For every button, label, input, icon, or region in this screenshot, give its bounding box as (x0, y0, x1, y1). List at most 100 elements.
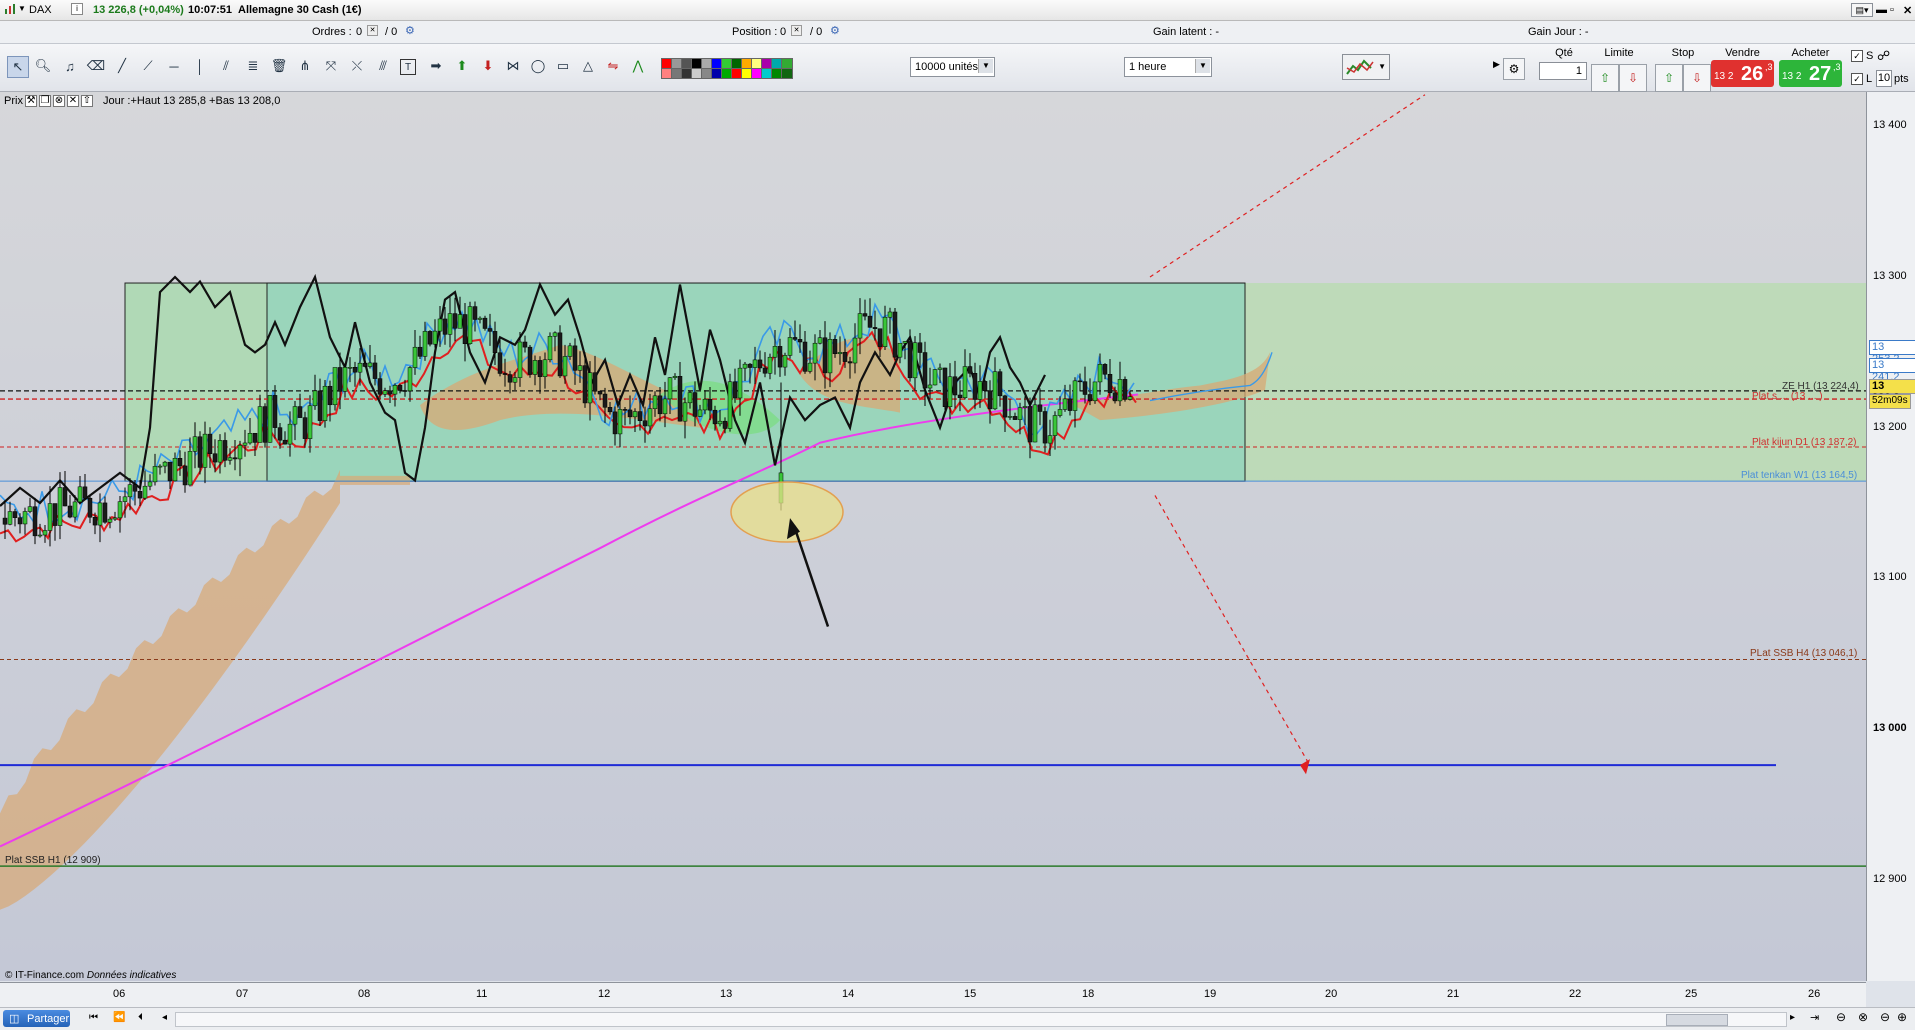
magnet-icon[interactable]: ⋔ (295, 56, 315, 76)
limit-sell-button[interactable]: ⇩ (1619, 64, 1647, 92)
zoom-tool-icon[interactable]: 🔍︎ (33, 56, 53, 76)
zoom-in-icon[interactable]: ⊕ (1897, 1010, 1907, 1024)
minimize-icon[interactable]: ▬ (1876, 4, 1887, 16)
price-range-icon[interactable]: ⇋ (603, 56, 623, 76)
vertical-line-icon[interactable]: │ (190, 56, 210, 76)
rectangle-tool-icon[interactable]: ▭ (553, 56, 573, 76)
limit-buy-button[interactable]: ⇧ (1591, 64, 1619, 92)
alert-bell-icon[interactable]: ♫ (60, 56, 80, 76)
stop-sell-button[interactable]: ⇩ (1683, 64, 1711, 92)
candle-body (107, 518, 113, 523)
chevron-down-icon[interactable]: ▼ (978, 59, 993, 73)
price-chart[interactable] (0, 92, 1866, 981)
time-axis[interactable]: 06 07 08 11 12 13 14 15 18 19 20 21 22 2… (0, 982, 1866, 1007)
candle-body (882, 316, 888, 347)
zoom-reset-icon[interactable]: ⊗ (1858, 1010, 1868, 1024)
eraser-icon[interactable]: ⌫ (86, 56, 106, 76)
buy-button[interactable]: 13 2 27 ,3 (1779, 60, 1842, 87)
chevron-down-icon[interactable]: ▼ (1378, 62, 1386, 71)
stop-settings-icon[interactable]: ☍ (1877, 48, 1890, 64)
horizontal-line-icon[interactable]: ─ (164, 56, 184, 76)
channel-tool-icon[interactable]: ⫽ (216, 56, 236, 76)
wrench-icon[interactable]: ⚒ (24, 95, 37, 107)
candle-body (367, 362, 373, 367)
trade-settings-icon[interactable]: ⚙ (1503, 58, 1525, 80)
arrow-up-icon[interactable]: ⬆ (452, 56, 472, 76)
units-select[interactable]: 10000 unités ▼ (910, 57, 995, 77)
chart-type-selector[interactable]: ▼ (1342, 54, 1390, 80)
candle-body (957, 394, 963, 399)
copy-icon[interactable]: ❐ (38, 95, 51, 107)
copyright: © IT-Finance.com Données indicatives (5, 970, 176, 981)
symbol-dropdown-arrow-icon[interactable]: ▼ (18, 4, 26, 13)
sell-button[interactable]: 13 2 26 ,3 (1711, 60, 1774, 87)
orders-cancel-icon[interactable]: ✕ (367, 25, 378, 36)
chevron-down-icon[interactable]: ▼ (1195, 59, 1210, 73)
qty-input[interactable]: 1 (1539, 62, 1587, 80)
period-select[interactable]: 1 heure ▼ (1124, 57, 1212, 77)
scroll-thumb[interactable] (1666, 1014, 1728, 1026)
x-tick: 11 (476, 988, 488, 1000)
candle-body (1027, 406, 1033, 443)
candle-body (652, 395, 658, 410)
scroll-end-icon[interactable]: ⇥ (1810, 1011, 1819, 1024)
scroll-left-icon[interactable]: ◂ (162, 1012, 167, 1023)
pointer-tool-icon[interactable]: ↖ (7, 56, 29, 78)
trash-icon[interactable]: 🗑︎ (269, 56, 289, 76)
candle-body (737, 367, 743, 399)
parallel-lines-icon[interactable]: ⫻ (373, 56, 393, 76)
andrews-pitchfork-icon[interactable]: ⤬ (347, 56, 367, 76)
ellipse-tool-icon[interactable]: ◯ (528, 56, 548, 76)
candle-body (977, 381, 983, 400)
candle-body (1007, 416, 1013, 418)
candle-body (592, 372, 598, 392)
scroll-first-icon[interactable]: ⏮ (89, 1012, 98, 1023)
zoom-fit-icon[interactable]: ⊖ (1836, 1010, 1846, 1024)
candle-body (832, 339, 838, 355)
collapse-icon[interactable]: ⇧ (80, 95, 93, 107)
regression-channel-icon[interactable]: ⋈ (503, 56, 523, 76)
pattern-tool-icon[interactable]: ⋀ (628, 56, 648, 76)
points-input[interactable]: 10 (1876, 70, 1892, 87)
window-menu-icon[interactable]: ▤▾ (1851, 3, 1873, 17)
stop-checkbox[interactable]: ✓ (1851, 50, 1863, 62)
price-axis[interactable]: 13 400 13 300 13 200 13 100 13 000 12 90… (1866, 92, 1915, 981)
candle-body (802, 341, 808, 372)
scroll-right-icon[interactable]: ▸ (1790, 1012, 1795, 1023)
info-icon[interactable]: i (71, 3, 83, 15)
candle-body (92, 517, 98, 526)
orders-label: Ordres : (312, 26, 352, 38)
candle-body (182, 465, 188, 486)
gann-fan-icon[interactable]: ⤧ (321, 56, 341, 76)
stop-buy-button[interactable]: ⇧ (1655, 64, 1683, 92)
color-swatch[interactable] (781, 68, 793, 79)
close-panel-icon[interactable]: ✕ (66, 95, 79, 107)
scroll-back-icon[interactable]: ⏴ (138, 1012, 143, 1023)
close-icon[interactable]: ✕ (1903, 4, 1912, 17)
scroll-track[interactable] (175, 1012, 1787, 1027)
text-tool-icon[interactable]: T (400, 59, 416, 75)
position-close-icon[interactable]: ✕ (791, 25, 802, 36)
orders-detail-icon[interactable]: ⚙ (405, 24, 415, 37)
level-plat-ssb-h1: Plat SSB H1 (12 909) (5, 855, 101, 866)
triangle-tool-icon[interactable]: △ (578, 56, 598, 76)
line-tool-icon[interactable]: ╱ (112, 56, 132, 76)
arrow-right-icon[interactable]: ➡ (426, 56, 446, 76)
position-detail-icon[interactable]: ⚙ (830, 24, 840, 37)
zoom-out-icon[interactable]: ⊖ (1880, 1010, 1890, 1024)
candle-body (312, 390, 318, 407)
ray-tool-icon[interactable]: ⟋ (138, 56, 158, 76)
remove-icon[interactable]: ⊗ (52, 95, 65, 107)
fibonacci-icon[interactable]: ≣ (243, 56, 263, 76)
annotation-arrow-line (792, 525, 830, 627)
share-button[interactable]: ◫ Partager (3, 1010, 70, 1027)
candle-body (22, 511, 28, 525)
candle-body (87, 497, 93, 518)
symbol-label[interactable]: DAX (29, 4, 52, 16)
scroll-fast-back-icon[interactable]: ⏪ (113, 1012, 125, 1023)
panel-collapse-icon[interactable]: ▶ (1493, 59, 1500, 70)
arrow-down-icon[interactable]: ⬇ (478, 56, 498, 76)
maximize-icon[interactable]: ▫ (1890, 4, 1894, 16)
limit-checkbox[interactable]: ✓ (1851, 73, 1863, 85)
chart-plot-area[interactable]: Prix ⚒ ❐ ⊗ ✕ ⇧ Jour :+Haut 13 285,8 +Bas… (0, 92, 1866, 981)
